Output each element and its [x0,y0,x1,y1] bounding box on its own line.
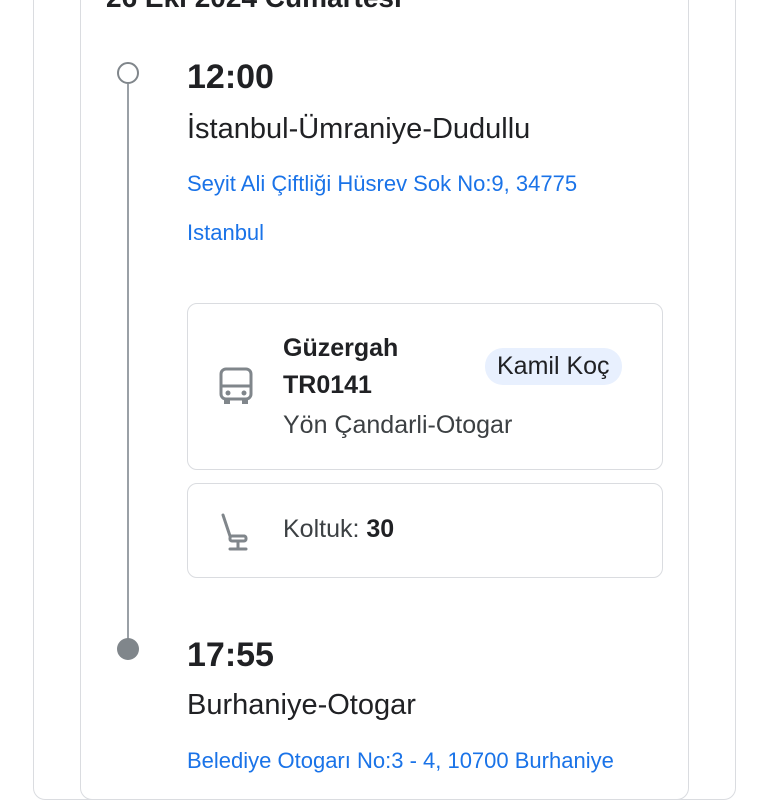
route-direction: Yön Çandarli-Otogar [283,411,513,439]
trip-date-header: 26 Eki 2024 Cumartesi [106,0,402,14]
timeline-line [127,84,129,650]
arrival-time: 17:55 [187,636,274,674]
arrival-dot-icon [117,638,139,660]
seat-number: 30 [366,515,395,543]
arrival-station: Burhaniye-Otogar [187,689,416,721]
route-code: TR0141 [283,371,372,399]
route-info-box: Güzergah TR0141 Kamil Koç Yön Çandarli-O… [187,303,663,470]
departure-time: 12:00 [187,58,274,96]
seat-icon [218,512,252,557]
departure-dot-icon [117,62,139,84]
departure-station: İstanbul-Ümraniye-Dudullu [187,113,531,145]
operator-badge: Kamil Koç [485,348,622,385]
seat-info-box: Koltuk: 30 [187,483,663,578]
seat-text: Koltuk: 30 [283,515,394,544]
seat-label: Koltuk: [283,515,360,543]
bus-icon [218,366,254,411]
arrival-address-link[interactable]: Belediye Otogarı No:3 - 4, 10700 Burhani… [187,736,657,785]
departure-address-link[interactable]: Seyit Ali Çiftliği Hüsrev Sok No:9, 3477… [187,159,657,257]
route-title: Güzergah TR0141 [283,330,398,404]
route-label: Güzergah [283,334,399,362]
